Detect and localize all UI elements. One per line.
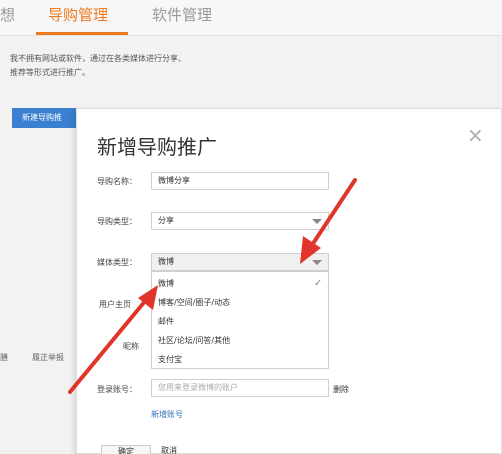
dropdown-option-alipay[interactable]: 支付宝 (158, 354, 182, 365)
close-icon[interactable]: × (467, 125, 484, 145)
tab-bar: 想 导购管理 软件管理 (0, 0, 502, 36)
report-text-partial: 膳 (0, 353, 8, 362)
new-guide-promotion-dialog: 新增导购推广 × 导购名称： 微博分享 导购类型： 分享 媒体类型： 微博 用户… (76, 108, 502, 454)
active-tab-underline (36, 32, 128, 35)
name-label: 导购名称： (97, 177, 137, 186)
add-account-link[interactable]: 新增账号 (151, 409, 183, 420)
guide-type-select[interactable]: 分享 (151, 212, 329, 230)
media-label: 媒体类型： (97, 258, 137, 267)
chevron-down-icon (312, 260, 322, 265)
chevron-down-icon (312, 219, 322, 224)
tab-partial[interactable]: 想 (0, 4, 15, 25)
dialog-title: 新增导购推广 (97, 135, 217, 159)
media-type-dropdown: 微博 ✓ 博客/空间/圈子/动态 邮件 社区/论坛/问答/其他 支付宝 (151, 271, 329, 369)
guide-name-input[interactable]: 微博分享 (151, 172, 329, 190)
dropdown-option-blog[interactable]: 博客/空间/圈子/动态 (158, 297, 230, 308)
media-type-value: 微博 (158, 257, 174, 266)
dropdown-option-email[interactable]: 邮件 (158, 316, 174, 327)
delete-link[interactable]: 删除 (333, 384, 349, 395)
tab-guide-management[interactable]: 导购管理 (48, 4, 108, 25)
media-type-select[interactable]: 微博 (151, 253, 329, 271)
confirm-button[interactable]: 确定 (101, 445, 151, 454)
login-label: 登录账号： (97, 385, 137, 394)
nickname-label: 昵称 (123, 342, 139, 351)
dropdown-option-community[interactable]: 社区/论坛/问答/其他 (158, 335, 230, 346)
report-link[interactable]: 履正举报 (32, 352, 64, 363)
dropdown-option-weibo[interactable]: 微博 (158, 278, 174, 289)
promotion-description: 我不拥有网站或软件，通过在各类媒体进行分享、推荐等形式进行推广。 (10, 54, 186, 77)
login-account-input[interactable]: 您用来登录微博的账户 (151, 379, 329, 397)
homepage-label: 用户主页 (99, 300, 131, 309)
new-guide-promotion-button[interactable]: 新建导购推 (12, 108, 76, 128)
guide-type-value: 分享 (158, 216, 174, 225)
check-icon: ✓ (314, 278, 323, 289)
type-label: 导购类型： (97, 217, 137, 226)
tab-software-management[interactable]: 软件管理 (152, 4, 212, 25)
cancel-button[interactable]: 取消 (161, 445, 177, 454)
